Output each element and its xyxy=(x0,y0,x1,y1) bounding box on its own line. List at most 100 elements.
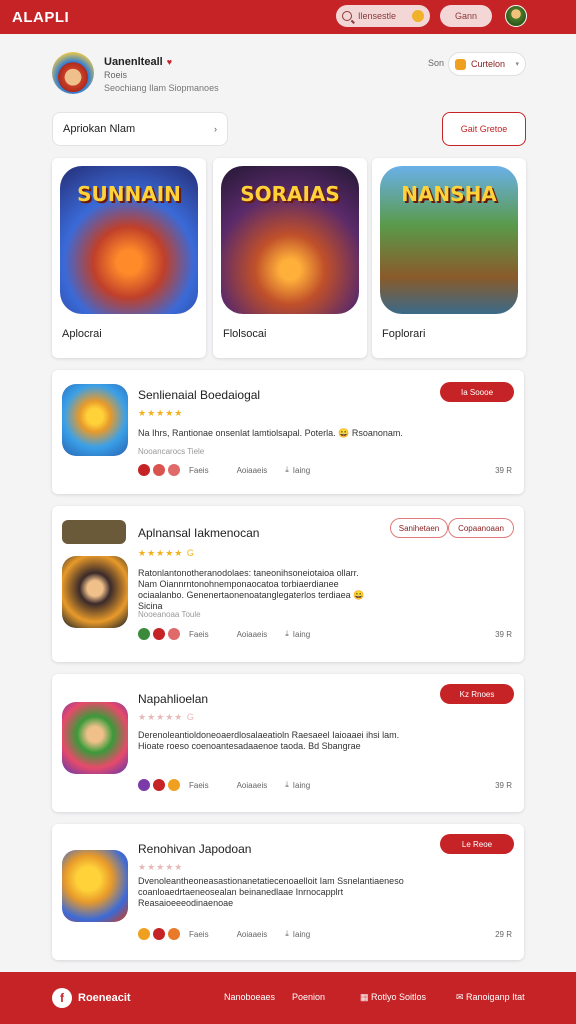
featured-card[interactable]: SORAIAS Flolsocai xyxy=(213,158,367,358)
footer-link[interactable]: ▦ Rotlyo Soitlos xyxy=(360,992,426,1003)
category-input[interactable]: Apriokan Nlam › xyxy=(52,112,228,146)
app-card[interactable]: Aplnansal Iakmenocan ★★★★★ G Ratonlanton… xyxy=(52,506,524,662)
profile-name: Uanenlteall ♥ xyxy=(104,56,172,68)
app-title: Renohivan Japodoan xyxy=(138,842,252,856)
coin-icon xyxy=(412,10,424,22)
app-title: Aplnansal Iakmenocan xyxy=(138,526,260,540)
stat-count: 39 R xyxy=(495,465,512,475)
grid-icon: ▦ xyxy=(360,992,372,1002)
app-stats: Faeis Aoiaaeis ⤓ Iaing 39 R xyxy=(138,627,512,641)
secondary-button[interactable]: Sanihetaen xyxy=(390,518,448,538)
stat-label: Faeis xyxy=(189,629,209,639)
sort-label: Son xyxy=(428,58,445,68)
app-stats: Faeis Aoiaaeis ⤓ Iaing 39 R xyxy=(138,463,512,477)
footer-link[interactable]: ✉ Ranoiganp Itat xyxy=(456,992,525,1003)
brand-icon[interactable]: f xyxy=(52,988,72,1008)
app-meta: Nooeanoaa Toule xyxy=(138,610,201,619)
stat-label: Faeis xyxy=(189,780,209,790)
sort-dropdown[interactable]: Curtelon ▾ xyxy=(448,52,526,76)
avatar-icon xyxy=(153,628,165,640)
search-box[interactable]: Ilensestle xyxy=(336,5,430,27)
chevron-right-icon: › xyxy=(214,124,217,134)
footer-brand[interactable]: Roeneacit xyxy=(78,992,131,1004)
app-card[interactable]: Renohivan Japodoan ★★★★★ Dvenoleantheone… xyxy=(52,824,524,960)
chevron-down-icon: ▾ xyxy=(515,61,519,68)
install-button[interactable]: Copaanoaan xyxy=(448,518,514,538)
app-meta: Nooancarocs Tiele xyxy=(138,447,205,456)
stat-label: Aoiaaeis xyxy=(236,780,268,790)
stat-count: 29 R xyxy=(495,929,512,939)
app-title: Senlienaial Boedaiogal xyxy=(138,388,261,402)
app-rating: ★★★★★ G xyxy=(138,548,195,558)
app-description: Ratonlantonotheranodolaes: taneonihsonei… xyxy=(138,568,365,611)
app-rating: ★★★★★ xyxy=(138,862,184,872)
stat-label: Aoiaaeis xyxy=(236,929,268,939)
featured-art: NANSHA xyxy=(380,166,518,314)
avatar-icon xyxy=(138,628,150,640)
footer-link-text: Ranoiganp Itat xyxy=(466,992,525,1002)
featured-art: SUNNAIN xyxy=(60,166,198,314)
stat-count: 39 R xyxy=(495,780,512,790)
install-button[interactable]: Le Reoe xyxy=(440,834,514,854)
footer-link-text: Rotlyo Soitlos xyxy=(371,992,427,1002)
download-icon: ⤓ xyxy=(285,780,289,789)
featured-art-title: NANSHA xyxy=(401,182,497,206)
app-stats: Faeis Aoiaaeis ⤓ Iaing 29 R xyxy=(138,927,512,941)
stat-label: Aoiaaeis xyxy=(236,465,268,475)
avatar-icon xyxy=(138,779,150,791)
stat-label: Iaing xyxy=(292,929,311,939)
category-input-value: Apriokan Nlam xyxy=(63,123,136,135)
download-icon: ⤓ xyxy=(285,929,289,938)
search-text: Ilensestle xyxy=(358,11,397,21)
avatar-icon xyxy=(168,628,180,640)
app-logo[interactable]: ALAPLI xyxy=(12,9,69,26)
avatar-icon xyxy=(138,928,150,940)
profile-avatar[interactable] xyxy=(52,52,94,94)
featured-label: Foplorari xyxy=(382,328,426,340)
stat-label: Iaing xyxy=(292,780,311,790)
avatar-icon xyxy=(153,464,165,476)
download-icon: ⤓ xyxy=(285,465,289,474)
app-description: Na Ihrs, Rantionae onsenlat lamtiolsapal… xyxy=(138,428,403,438)
avatar-icon xyxy=(153,928,165,940)
avatar-icon xyxy=(168,779,180,791)
stat-label: Faeis xyxy=(189,929,209,939)
footer-link[interactable]: Poenion xyxy=(292,992,325,1002)
header-button[interactable]: Gann xyxy=(440,5,492,27)
profile-description: Seochiang Ilam Siopmanoes xyxy=(104,83,219,93)
stat-count: 39 R xyxy=(495,629,512,639)
profile-name-text: Uanenlteall xyxy=(104,56,163,68)
app-card[interactable]: Napahlioelan ★★★★★ G Derenoleantioldoneo… xyxy=(52,674,524,812)
app-icon xyxy=(62,556,128,628)
featured-art-title: SORAIAS xyxy=(240,182,340,206)
featured-card[interactable]: SUNNAIN Aplocrai xyxy=(52,158,206,358)
app-logo-badge xyxy=(62,520,126,544)
featured-art-title: SUNNAIN xyxy=(77,182,181,206)
footer-link[interactable]: Nanoboeaes xyxy=(224,992,275,1002)
app-stats: Faeis Aoiaaeis ⤓ Iaing 39 R xyxy=(138,778,512,792)
sort-dropdown-value: Curtelon xyxy=(471,59,506,69)
filter-button[interactable]: Gait Gretoe xyxy=(442,112,526,146)
user-avatar[interactable] xyxy=(505,5,527,27)
app-icon xyxy=(62,702,128,774)
app-card[interactable]: Senlienaial Boedaiogal ★★★★★ Na Ihrs, Ra… xyxy=(52,370,524,494)
footer: f Roeneacit Nanoboeaes Poenion ▦ Rotlyo … xyxy=(0,972,576,1024)
stat-label: Iaing xyxy=(292,465,311,475)
profile-subtitle: Roeis xyxy=(104,70,128,80)
heart-icon: ♥ xyxy=(166,57,173,67)
app-rating: ★★★★★ G xyxy=(138,712,195,722)
stat-label: Iaing xyxy=(292,629,311,639)
mail-icon: ✉ xyxy=(456,992,467,1002)
avatar-icon xyxy=(168,464,180,476)
avatar-icon xyxy=(153,779,165,791)
app-icon xyxy=(62,850,128,922)
badge-icon xyxy=(455,58,466,70)
install-button[interactable]: Kz Rnoes xyxy=(440,684,514,704)
install-button[interactable]: Ia Soooe xyxy=(440,382,514,402)
featured-card[interactable]: NANSHA Foplorari xyxy=(372,158,526,358)
stat-label: Faeis xyxy=(189,465,209,475)
app-title: Napahlioelan xyxy=(138,692,209,706)
app-description: Derenoleantioldoneoaerdlosalaeatioln Rae… xyxy=(138,730,400,751)
profile-row: Uanenlteall ♥ Roeis Seochiang Ilam Siopma… xyxy=(52,50,526,98)
stat-label: Aoiaaeis xyxy=(236,629,268,639)
